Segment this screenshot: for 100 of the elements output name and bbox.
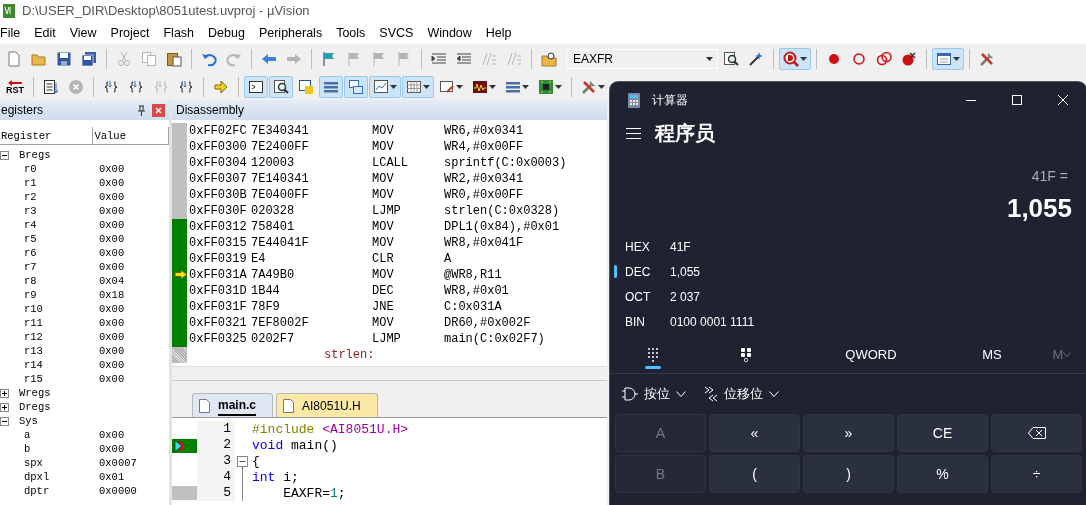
- radix-label[interactable]: BIN: [625, 312, 670, 331]
- caret-icon: [555, 85, 562, 89]
- chevron-down-icon: [676, 391, 686, 397]
- opcode: 7E44041F: [251, 236, 310, 250]
- fold-toggle-icon[interactable]: [236, 453, 248, 469]
- operands: DPL1(0x84),#0x01: [444, 220, 560, 234]
- redo-arrow-icon: [226, 51, 242, 67]
- menu-item[interactable]: Debug: [208, 23, 253, 43]
- operation-dropdown[interactable]: 按位: [622, 384, 686, 404]
- toolbar-button[interactable]: [779, 48, 811, 70]
- address: 0xFF0312: [189, 220, 248, 234]
- register-name: r14: [24, 359, 43, 371]
- stop-icon: [68, 79, 84, 95]
- menu-item[interactable]: View: [69, 23, 105, 43]
- menu-item[interactable]: Flash: [163, 23, 203, 43]
- expander-icon[interactable]: [0, 150, 9, 160]
- toolbar-button[interactable]: [369, 76, 401, 98]
- radix-label[interactable]: DEC: [625, 262, 670, 281]
- maximize-icon[interactable]: [1012, 95, 1022, 105]
- operands: main(C:0x02F7): [444, 332, 545, 346]
- column-header[interactable]: Register: [0, 127, 94, 144]
- address: 0xFF031F: [189, 300, 248, 314]
- file-tab[interactable]: main.c: [192, 393, 273, 417]
- window-icon: [936, 51, 952, 67]
- caret-icon: [390, 85, 397, 89]
- menu-item[interactable]: Edit: [34, 23, 64, 43]
- operands: A: [444, 252, 452, 266]
- radix-label[interactable]: HEX: [625, 237, 670, 256]
- bit-toggle-icon: [741, 347, 751, 362]
- calculator-key[interactable]: CE: [897, 414, 988, 452]
- menu-icon[interactable]: [626, 127, 641, 139]
- register-name: spx: [24, 457, 43, 469]
- calculator-key[interactable]: (: [709, 455, 800, 493]
- chevron-down-icon: [1063, 352, 1072, 357]
- mnemonic: LCALL: [372, 156, 409, 170]
- register-value: 0x0000: [99, 485, 137, 497]
- hatched-marker: [172, 347, 187, 363]
- address: 0xFF0321: [189, 316, 248, 330]
- close-icon[interactable]: [1058, 95, 1068, 105]
- register-name: dptr: [24, 485, 50, 497]
- opcode: 020328: [251, 204, 296, 218]
- radix-label[interactable]: OCT: [625, 287, 670, 306]
- horizontal-scrollbar[interactable]: [172, 366, 607, 380]
- calculator-key[interactable]: ÷: [991, 455, 1082, 493]
- file-tab[interactable]: AI8051U.H: [276, 393, 378, 417]
- register-value: 0x00: [99, 247, 125, 259]
- mnemonic: MOV: [372, 220, 395, 234]
- backspace-icon: [1027, 427, 1046, 439]
- operands: @WR8,R11: [444, 268, 502, 282]
- pointing-arrow-icon: [213, 79, 229, 95]
- register-name: r5: [24, 233, 37, 245]
- caret-icon: [953, 57, 960, 61]
- panel-title: egisters: [1, 102, 44, 119]
- opcode: E4: [251, 252, 267, 266]
- caret-icon: [423, 85, 430, 89]
- flag-icon: [321, 51, 337, 67]
- calculator-key[interactable]: »: [803, 414, 894, 452]
- register-name: Sys: [19, 415, 38, 427]
- address: 0xFF031A: [189, 268, 248, 282]
- calculator-key[interactable]: «: [709, 414, 800, 452]
- console-window-icon: [248, 79, 264, 95]
- register-name: r12: [24, 331, 43, 343]
- expander-icon[interactable]: [0, 388, 9, 398]
- menu-item[interactable]: Peripherals: [258, 23, 331, 43]
- mnemonic: DEC: [372, 284, 395, 298]
- toolbar-button[interactable]: [269, 76, 293, 98]
- menu-item[interactable]: Window: [427, 23, 480, 43]
- flag-icon: [371, 51, 387, 67]
- menu-item[interactable]: File: [0, 23, 29, 43]
- shift-arrows-icon: [704, 386, 718, 402]
- menu-item[interactable]: Help: [485, 23, 520, 43]
- flag-icon: [346, 51, 362, 67]
- toolbar-button[interactable]: [402, 76, 434, 98]
- magnifier-icon: [783, 51, 799, 67]
- register-name: r3: [24, 205, 37, 217]
- code-line: #include <AI8051U.H>: [252, 421, 409, 437]
- toolbar-button[interactable]: [244, 76, 268, 98]
- operands: sprintf(C:0x0003): [444, 156, 567, 170]
- calculator-key[interactable]: ): [803, 455, 894, 493]
- expander-icon[interactable]: [0, 416, 9, 426]
- keypad-tab[interactable]: QWORD: [796, 336, 946, 373]
- operation-dropdown[interactable]: 位移位: [704, 384, 779, 404]
- search-combo-field[interactable]: EAXFR: [566, 49, 718, 69]
- combo-value: EAXFR: [573, 51, 613, 68]
- document-icon: [283, 398, 294, 413]
- caret-icon: [598, 85, 605, 89]
- opcode: 7E340341: [251, 124, 310, 138]
- register-name: Wregs: [19, 387, 51, 399]
- menu-item[interactable]: SVCS: [379, 23, 422, 43]
- column-header[interactable]: Value: [93, 127, 169, 144]
- register-value: 0x00: [99, 261, 125, 273]
- keypad-tab[interactable]: MS: [946, 336, 1038, 373]
- code-line: void main(): [252, 437, 338, 453]
- mnemonic: MOV: [372, 172, 395, 186]
- operands: WR2,#0x0341: [444, 172, 524, 186]
- menu-item[interactable]: Tools: [336, 23, 374, 43]
- slashes-icon: [481, 51, 497, 67]
- calculator-key[interactable]: %: [897, 455, 988, 493]
- menu-item[interactable]: Project: [110, 23, 158, 43]
- expander-icon[interactable]: [0, 402, 9, 412]
